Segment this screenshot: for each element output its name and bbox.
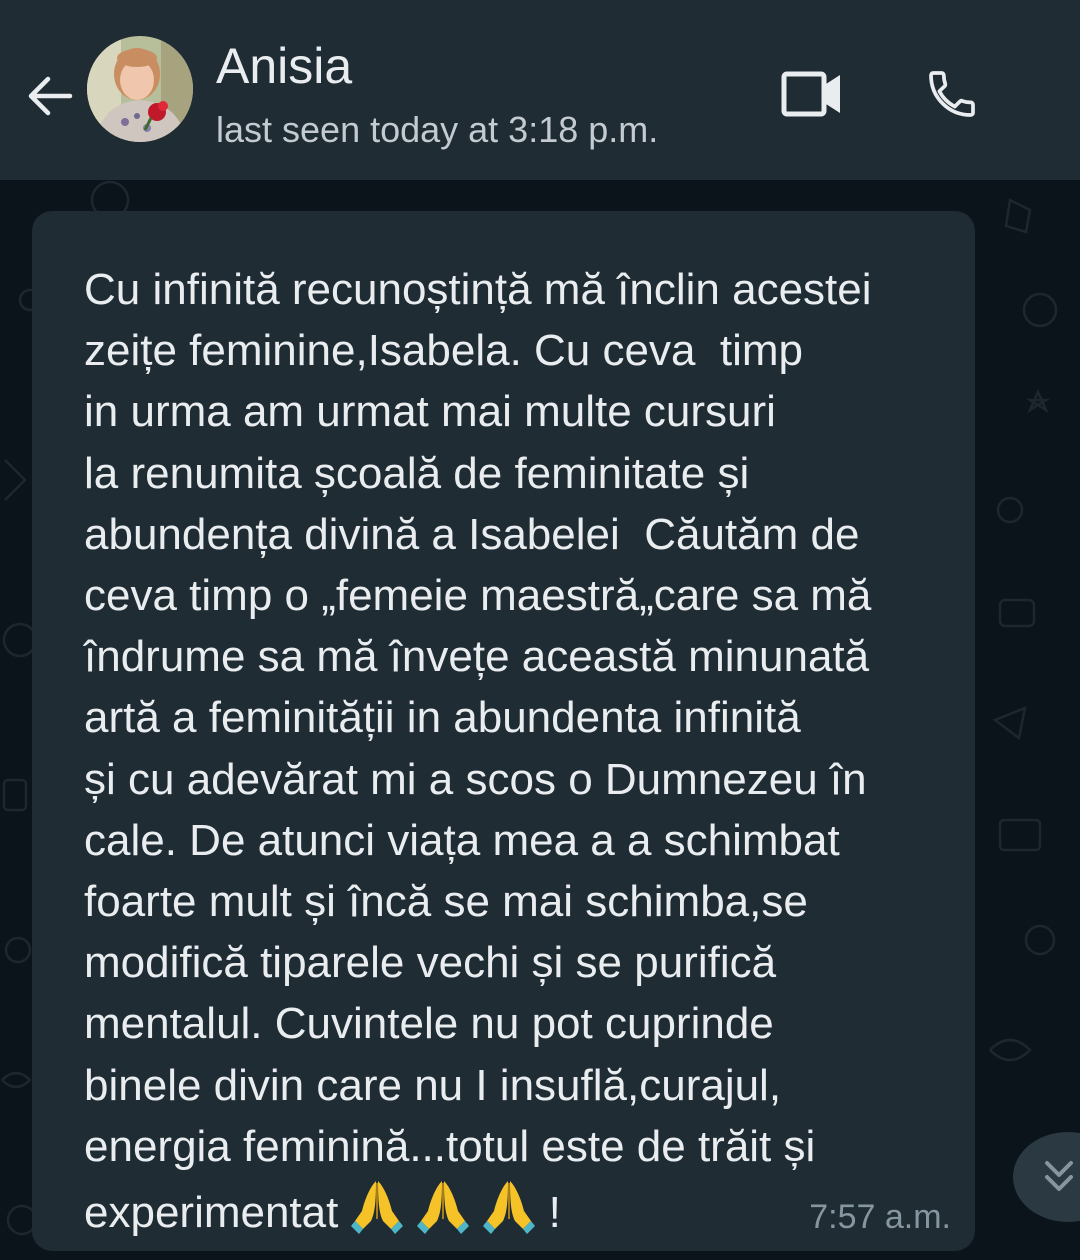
voice-call-button[interactable]	[912, 56, 992, 132]
double-chevron-down-icon	[1045, 1161, 1073, 1191]
message-line: artă a feminității in abundenta infinită	[84, 693, 801, 743]
message-line: cale. De atunci viața mea a a schimbat	[84, 815, 840, 865]
message-timestamp: 7:57 a.m.	[809, 1198, 951, 1236]
message-line: energia feminină...totul este de trăit ș…	[84, 1121, 816, 1171]
emoji-row	[350, 1181, 549, 1237]
message-line: îndrume sa mă învețe această minunată	[84, 632, 870, 682]
avatar[interactable]	[87, 36, 193, 142]
profile-photo	[87, 36, 193, 142]
message-line: zeițe feminine,Isabela. Cu ceva timp	[84, 326, 804, 376]
folded-hands-emoji	[482, 1181, 535, 1235]
message-last-line: experimentat !	[84, 1181, 561, 1238]
message-line: foarte mult și încă se mai schimba,se	[84, 877, 808, 927]
video-camera-icon	[781, 71, 840, 117]
chat-header: Anisia last seen today at 3:18 p.m.	[0, 0, 1080, 180]
message-line: experimentat	[84, 1188, 339, 1238]
message-line: binele divin care nu I insuflă,curajul,	[84, 1060, 782, 1110]
message-line: in urma am urmat mai multe cursuri	[84, 387, 776, 437]
arrow-left-icon	[28, 76, 73, 116]
folded-hands-emoji	[350, 1181, 403, 1235]
message-line-end: !	[548, 1188, 561, 1238]
message-line: Cu infinită recunoștință mă înclin acest…	[84, 265, 872, 314]
message-line: abundența divină a Isabelei Căutăm de	[84, 509, 860, 559]
message-line: mentalul. Cuvintele nu pot cuprinde	[84, 999, 774, 1049]
back-button[interactable]	[18, 58, 82, 134]
message-line: și cu adevărat mi a scos o Dumnezeu în	[84, 754, 867, 804]
phone-icon	[929, 71, 975, 117]
chat-screen: Anisia last seen today at 3:18 p.m. Cu i…	[0, 0, 1080, 1260]
message-text: Cu infinită recunoștință mă înclin acest…	[84, 259, 964, 1243]
folded-hands-emoji	[416, 1181, 469, 1235]
message-bubble[interactable]: Cu infinită recunoștință mă înclin acest…	[32, 211, 975, 1251]
contact-name[interactable]: Anisia	[216, 36, 352, 96]
chat-area: Cu infinită recunoștință mă înclin acest…	[0, 180, 1080, 1260]
video-call-button[interactable]	[770, 56, 854, 132]
message-line: ceva timp o „femeie maestră„care sa mă	[84, 571, 872, 621]
message-line: la renumita școală de feminitate și	[84, 448, 750, 498]
message-line: modifică tiparele vechi și se purifică	[84, 938, 777, 988]
last-seen-status: last seen today at 3:18 p.m.	[216, 109, 659, 150]
